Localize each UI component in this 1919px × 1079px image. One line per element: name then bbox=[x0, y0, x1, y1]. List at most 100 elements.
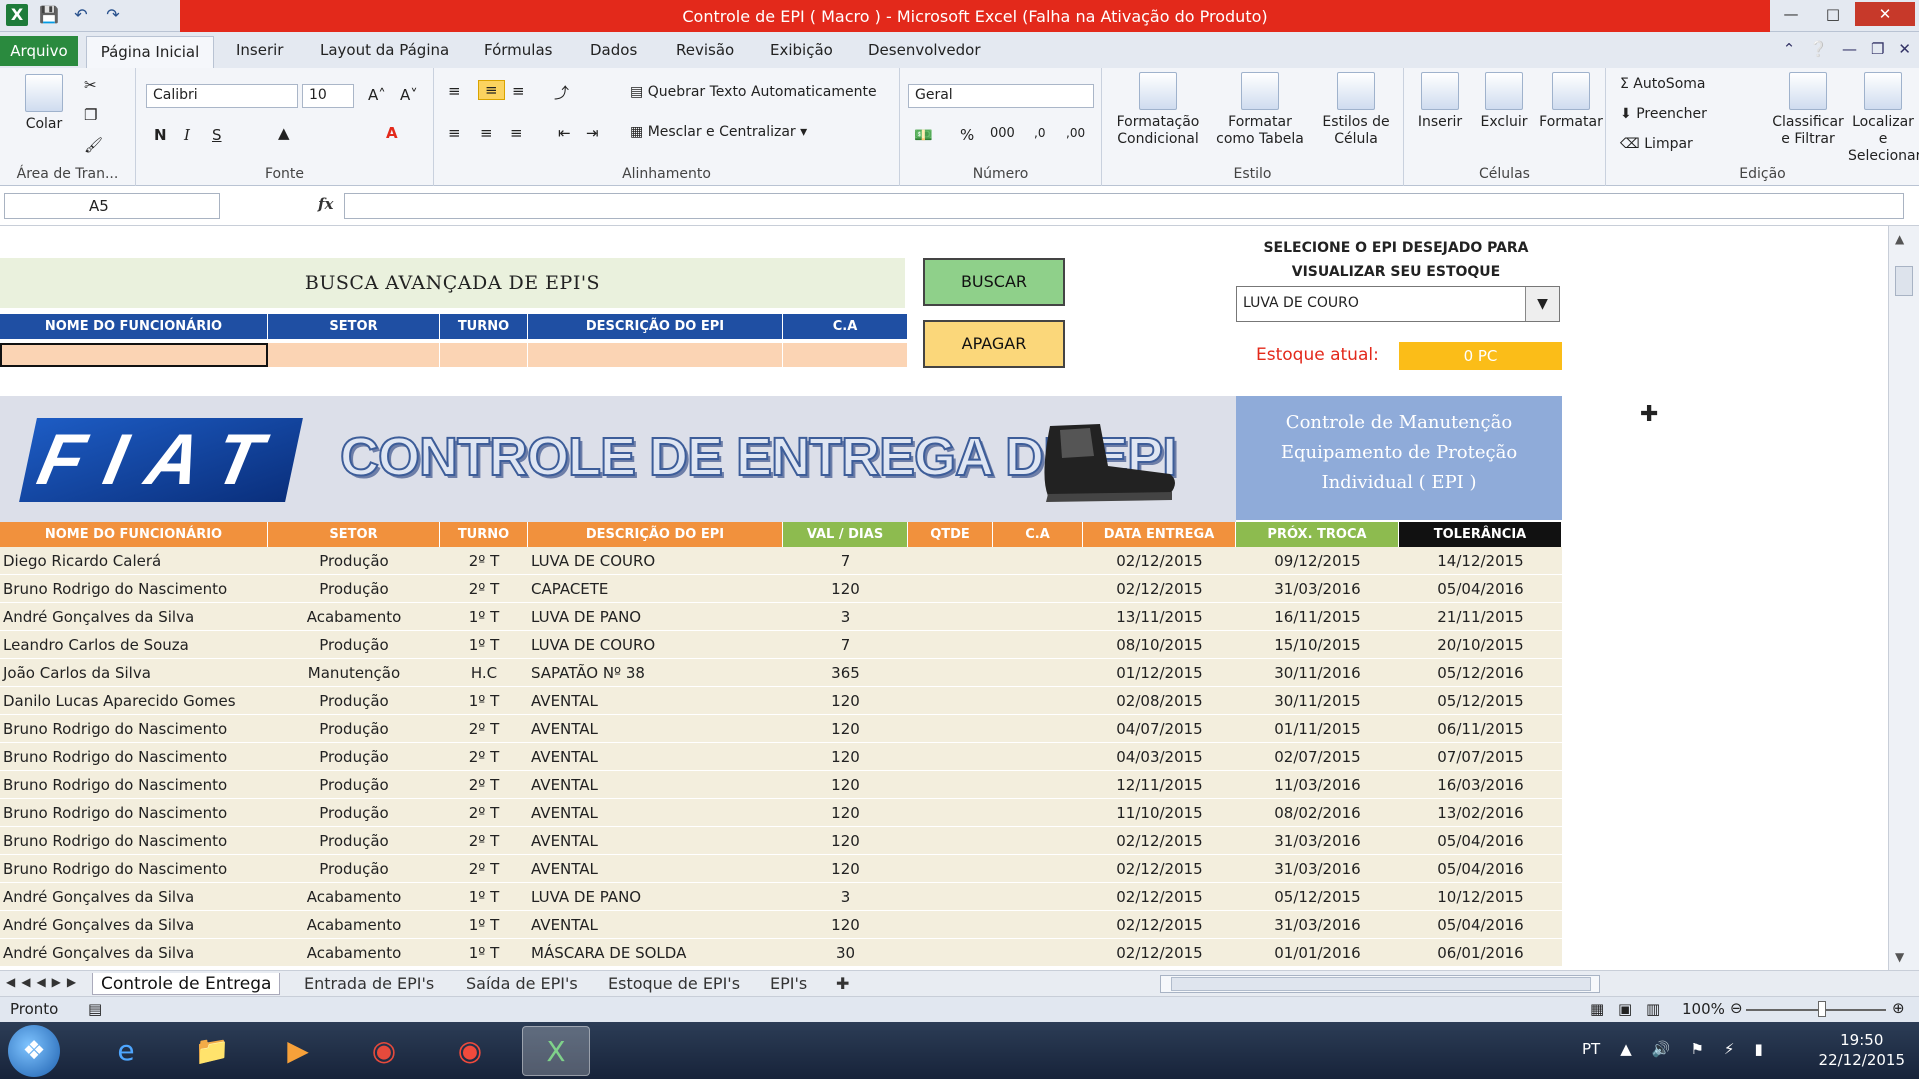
cell-shift[interactable]: 1º T bbox=[440, 911, 528, 939]
delete-cells-button[interactable]: Excluir bbox=[1474, 72, 1534, 131]
cell-sector[interactable]: Produção bbox=[268, 827, 440, 855]
paste-button[interactable]: Colar bbox=[14, 74, 74, 133]
cell-sector[interactable]: Produção bbox=[268, 771, 440, 799]
cell-sector[interactable]: Produção bbox=[268, 715, 440, 743]
cell-shift[interactable]: 1º T bbox=[440, 603, 528, 631]
cell-name[interactable]: Bruno Rodrigo do Nascimento bbox=[0, 799, 268, 827]
cell-ca[interactable] bbox=[993, 715, 1083, 743]
cell-epi[interactable]: AVENTAL bbox=[528, 687, 783, 715]
tray-arrow-icon[interactable]: ▲ bbox=[1620, 1040, 1632, 1058]
cell-tolerance[interactable]: 10/12/2015 bbox=[1399, 883, 1562, 911]
dropdown-arrow-icon[interactable]: ▼ bbox=[1525, 287, 1559, 321]
cell-ca[interactable] bbox=[993, 547, 1083, 575]
cell-delivery-date[interactable]: 02/08/2015 bbox=[1083, 687, 1236, 715]
cell-name[interactable]: André Gonçalves da Silva bbox=[0, 939, 268, 967]
cell-epi[interactable]: AVENTAL bbox=[528, 827, 783, 855]
cell-next-change[interactable]: 01/01/2016 bbox=[1236, 939, 1399, 967]
tab-view[interactable]: Exibição bbox=[770, 41, 833, 59]
cell-val-days[interactable]: 120 bbox=[783, 771, 908, 799]
cut-icon[interactable]: ✂ bbox=[84, 76, 97, 94]
cell-tolerance[interactable]: 20/10/2015 bbox=[1399, 631, 1562, 659]
merge-center-button[interactable]: ▦ Mesclar e Centralizar ▾ bbox=[630, 124, 807, 140]
font-color-icon[interactable]: A bbox=[386, 124, 398, 142]
maximize-icon[interactable]: □ bbox=[1813, 2, 1853, 26]
cell-name[interactable]: Bruno Rodrigo do Nascimento bbox=[0, 715, 268, 743]
cell-shift[interactable]: 1º T bbox=[440, 687, 528, 715]
orientation-icon[interactable]: ⤴ bbox=[554, 82, 569, 103]
cell-qty[interactable] bbox=[908, 715, 993, 743]
cell-epi[interactable]: AVENTAL bbox=[528, 771, 783, 799]
start-button-icon[interactable]: ❖ bbox=[8, 1025, 60, 1077]
clear-button[interactable]: ⌫ Limpar bbox=[1620, 136, 1693, 152]
zoom-out-icon[interactable]: ⊖ bbox=[1730, 999, 1743, 1017]
buscar-button[interactable]: BUSCAR bbox=[923, 258, 1065, 306]
cell-shift[interactable]: 2º T bbox=[440, 799, 528, 827]
bold-button[interactable]: N bbox=[154, 126, 167, 144]
cell-delivery-date[interactable]: 11/10/2015 bbox=[1083, 799, 1236, 827]
workbook-close-icon[interactable]: ✕ bbox=[1898, 40, 1911, 58]
cell-tolerance[interactable]: 05/04/2016 bbox=[1399, 911, 1562, 939]
shrink-font-icon[interactable]: A˅ bbox=[400, 86, 418, 104]
cell-shift[interactable]: 1º T bbox=[440, 631, 528, 659]
cell-qty[interactable] bbox=[908, 575, 993, 603]
name-box[interactable]: A5 bbox=[4, 193, 220, 219]
cell-delivery-date[interactable]: 04/07/2015 bbox=[1083, 715, 1236, 743]
cell-epi[interactable]: AVENTAL bbox=[528, 855, 783, 883]
cell-sector[interactable]: Produção bbox=[268, 547, 440, 575]
cell-name[interactable]: Bruno Rodrigo do Nascimento bbox=[0, 771, 268, 799]
cell-val-days[interactable]: 120 bbox=[783, 575, 908, 603]
epi-select[interactable]: LUVA DE COURO ▼ bbox=[1236, 286, 1560, 322]
cell-tolerance[interactable]: 16/03/2016 bbox=[1399, 771, 1562, 799]
cell-epi[interactable]: SAPATÃO Nº 38 bbox=[528, 659, 783, 687]
cell-epi[interactable]: LUVA DE PANO bbox=[528, 883, 783, 911]
cell-name[interactable]: Danilo Lucas Aparecido Gomes bbox=[0, 687, 268, 715]
cell-val-days[interactable]: 7 bbox=[783, 631, 908, 659]
help-icon[interactable]: ❔ bbox=[1809, 40, 1828, 58]
cell-ca[interactable] bbox=[993, 603, 1083, 631]
minimize-icon[interactable]: — bbox=[1771, 2, 1811, 26]
action-center-flag-icon[interactable]: ⚑ bbox=[1690, 1040, 1703, 1058]
align-middle-icon[interactable]: ≡ bbox=[478, 80, 505, 100]
cell-next-change[interactable]: 30/11/2015 bbox=[1236, 687, 1399, 715]
cell-val-days[interactable]: 120 bbox=[783, 743, 908, 771]
cell-next-change[interactable]: 31/03/2016 bbox=[1236, 911, 1399, 939]
cell-name[interactable]: Leandro Carlos de Souza bbox=[0, 631, 268, 659]
cell-sector[interactable]: Acabamento bbox=[268, 939, 440, 967]
cell-name[interactable]: André Gonçalves da Silva bbox=[0, 911, 268, 939]
font-size-select[interactable]: 10 bbox=[302, 84, 354, 108]
search-input-shift[interactable] bbox=[440, 343, 528, 367]
cell-delivery-date[interactable]: 02/12/2015 bbox=[1083, 827, 1236, 855]
cell-qty[interactable] bbox=[908, 743, 993, 771]
cell-next-change[interactable]: 09/12/2015 bbox=[1236, 547, 1399, 575]
cell-epi[interactable]: AVENTAL bbox=[528, 715, 783, 743]
underline-button[interactable]: S bbox=[212, 126, 222, 144]
cell-qty[interactable] bbox=[908, 939, 993, 967]
cell-delivery-date[interactable]: 02/12/2015 bbox=[1083, 547, 1236, 575]
cell-qty[interactable] bbox=[908, 883, 993, 911]
cell-delivery-date[interactable]: 02/12/2015 bbox=[1083, 883, 1236, 911]
recorder-icon[interactable]: ◉ bbox=[436, 1026, 504, 1076]
format-painter-icon[interactable]: 🖌 bbox=[84, 136, 103, 154]
vertical-scrollbar[interactable]: ▲ ▼ bbox=[1888, 226, 1919, 970]
cell-tolerance[interactable]: 14/12/2015 bbox=[1399, 547, 1562, 575]
grow-font-icon[interactable]: A˄ bbox=[368, 86, 386, 104]
cell-val-days[interactable]: 120 bbox=[783, 827, 908, 855]
cell-sector[interactable]: Produção bbox=[268, 799, 440, 827]
cell-styles-button[interactable]: Estilos de Célula bbox=[1314, 72, 1398, 148]
cell-ca[interactable] bbox=[993, 631, 1083, 659]
cell-sector[interactable]: Produção bbox=[268, 631, 440, 659]
tab-review[interactable]: Revisão bbox=[676, 41, 734, 59]
cell-val-days[interactable]: 120 bbox=[783, 911, 908, 939]
cell-next-change[interactable]: 15/10/2015 bbox=[1236, 631, 1399, 659]
cell-sector[interactable]: Acabamento bbox=[268, 883, 440, 911]
cell-delivery-date[interactable]: 13/11/2015 bbox=[1083, 603, 1236, 631]
cell-val-days[interactable]: 3 bbox=[783, 603, 908, 631]
cell-delivery-date[interactable]: 02/12/2015 bbox=[1083, 575, 1236, 603]
wrap-text-button[interactable]: ▤ Quebrar Texto Automaticamente bbox=[630, 84, 877, 100]
collapse-ribbon-icon[interactable]: ⌃ bbox=[1783, 40, 1796, 58]
undo-icon[interactable]: ↶ bbox=[70, 4, 92, 26]
cell-sector[interactable]: Manutenção bbox=[268, 659, 440, 687]
macro-record-icon[interactable]: ▤ bbox=[88, 1000, 102, 1018]
cell-val-days[interactable]: 365 bbox=[783, 659, 908, 687]
cell-ca[interactable] bbox=[993, 911, 1083, 939]
